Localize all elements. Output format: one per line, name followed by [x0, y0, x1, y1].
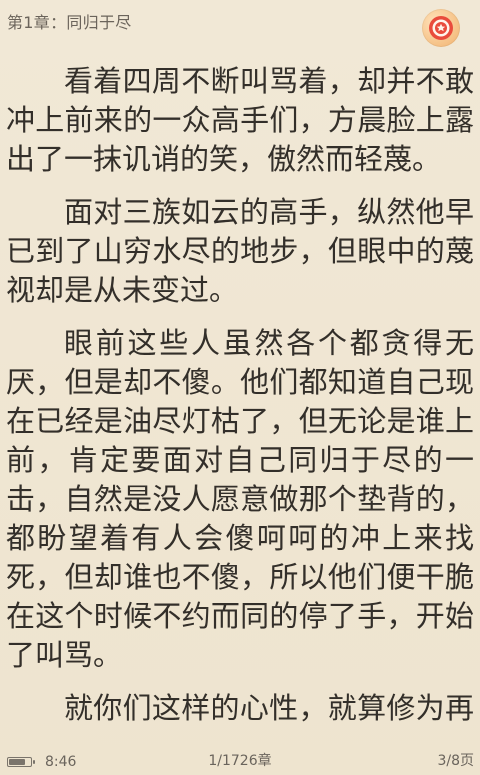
time-text: 8:46	[45, 754, 77, 770]
badge-button[interactable]	[422, 9, 460, 47]
chapter-content: 看着四周不断叫骂着，却并不敢冲上前来的一众高手们，方晨脸上露出了一抹讥诮的笑，傲…	[0, 62, 480, 722]
chapter-paragraph: 看着四周不断叫骂着，却并不敢冲上前来的一众高手们，方晨脸上露出了一抹讥诮的笑，傲…	[6, 64, 474, 176]
chapter-title: 第1章：同归于尽	[7, 13, 132, 32]
page-progress: 3/8页	[437, 753, 474, 769]
reader-footer: 8:46 1/1726章 3/8页	[0, 749, 480, 775]
battery-icon	[7, 757, 35, 767]
chapter-paragraph: 面对三族如云的高手，纵然他早已到了山穷水尽的地步，但眼中的蔑视却是从未变过。	[6, 195, 474, 307]
chapter-paragraph: 就你们这样的心性，就算修为再高，人数再多，也配与我为敌？也配	[64, 691, 474, 722]
chapter-paragraph: 眼前这些人虽然各个都贪得无厌，但是却不傻。他们都知道自己现在已经是油尽灯枯了，但…	[6, 326, 474, 672]
reader-header: 第1章：同归于尽	[0, 0, 480, 52]
red-circle-star-icon	[429, 16, 453, 40]
battery-fill	[9, 759, 26, 765]
reader-page: 第1章：同归于尽 看着四周不断叫骂着，却并不敢冲上前来的一众高手们，方晨脸上露出…	[0, 0, 480, 775]
chapter-progress: 1/1726章	[208, 753, 272, 769]
